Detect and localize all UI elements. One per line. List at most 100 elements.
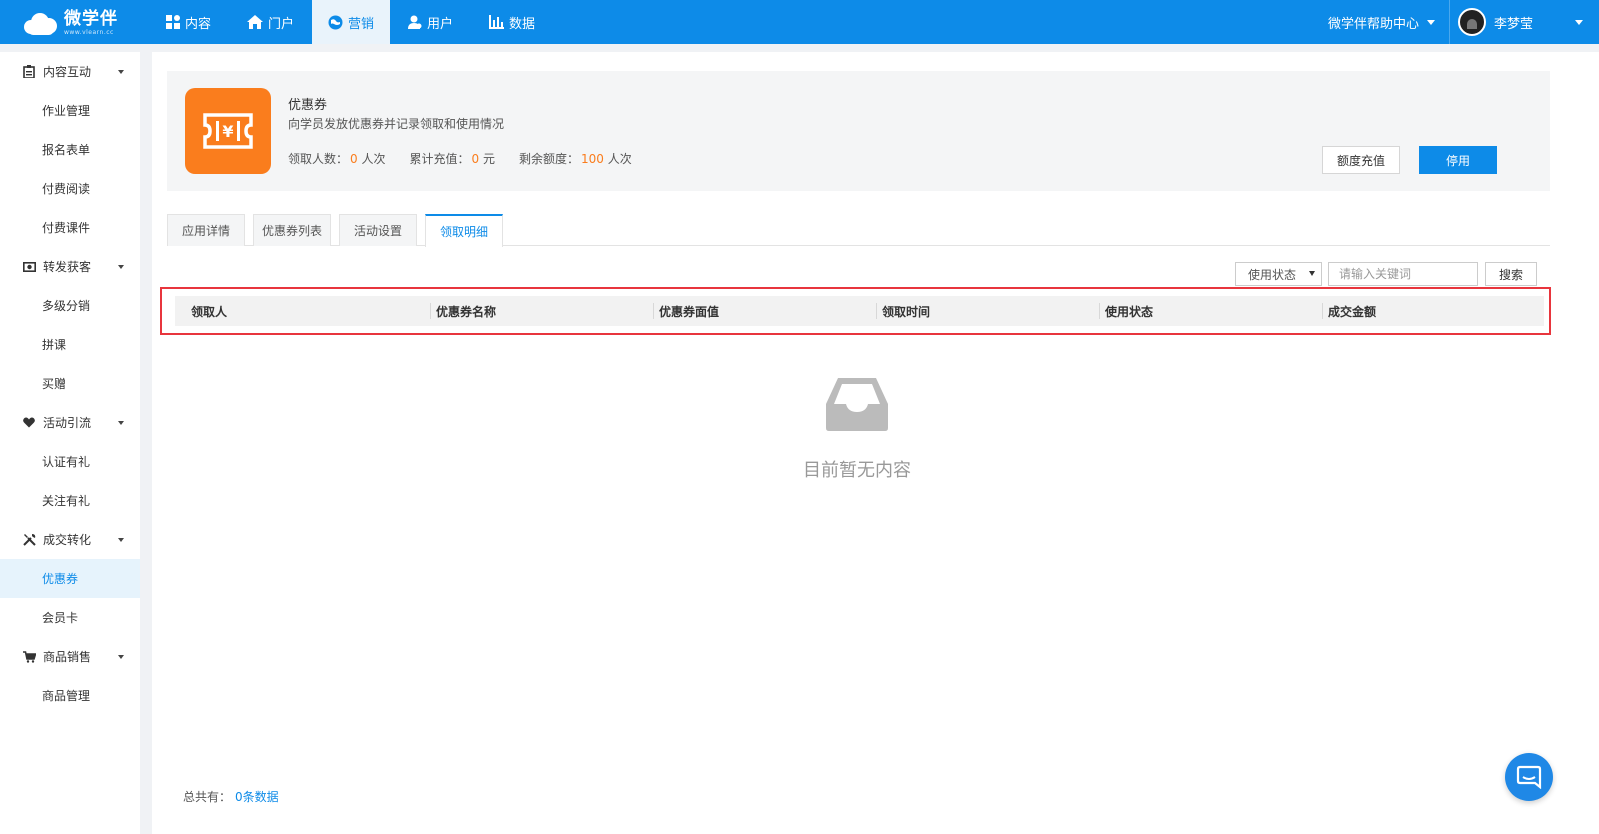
- sidebar-group-activity-traffic[interactable]: 活动引流: [0, 403, 140, 442]
- nav-content[interactable]: 内容: [148, 0, 229, 44]
- nav-marketing-label: 营销: [348, 16, 375, 32]
- sidebar-group-content-interaction[interactable]: 内容互动: [0, 52, 140, 91]
- sidebar-item-group-course[interactable]: 拼课: [0, 325, 140, 364]
- stat-unit: 人次: [361, 152, 386, 166]
- stat-label: 领取人数：: [288, 152, 349, 166]
- user-icon: [408, 15, 422, 29]
- chevron-down-icon: [118, 70, 124, 74]
- tab-coupon-list[interactable]: 优惠券列表: [253, 214, 331, 246]
- nav-content-label: 内容: [185, 16, 212, 32]
- stat-value: 0: [471, 152, 480, 166]
- disable-button[interactable]: 停用: [1419, 146, 1497, 174]
- main-panel: ¥ 优惠券 向学员发放优惠券并记录领取和使用情况 领取人数： 0 人次 累计充值：…: [152, 52, 1599, 834]
- empty-state: [792, 376, 922, 435]
- nav-data[interactable]: 数据: [471, 0, 553, 44]
- chevron-down-icon: [1575, 19, 1583, 25]
- user-name: 李梦莹: [1494, 16, 1534, 32]
- stat-remaining-quota: 剩余额度： 100 人次: [519, 150, 632, 167]
- stat-total-recharge: 累计充值： 0 元: [410, 150, 496, 167]
- sidebar-item-coupon[interactable]: 优惠券: [0, 559, 140, 598]
- usage-status-select[interactable]: 使用状态: [1235, 262, 1322, 286]
- stat-label: 累计充值：: [409, 152, 470, 166]
- sidebar-item-product-management[interactable]: 商品管理: [0, 676, 140, 715]
- share-camera-icon: [22, 261, 36, 272]
- column-header-coupon-value[interactable]: 优惠券面值: [653, 296, 876, 326]
- stat-label: 剩余额度：: [519, 152, 580, 166]
- total-count-value: 0条数据: [235, 790, 279, 804]
- tab-activity-settings[interactable]: 活动设置: [339, 214, 417, 246]
- nav-portal-label: 门户: [268, 16, 295, 32]
- chevron-down-icon: [118, 421, 124, 425]
- sidebar-item-paid-reading[interactable]: 付费阅读: [0, 169, 140, 208]
- avatar: [1458, 8, 1486, 36]
- brand-name: 微学伴: [64, 8, 118, 29]
- keyword-search-input[interactable]: [1328, 262, 1478, 286]
- coupon-ticket-icon: ¥: [185, 88, 271, 174]
- top-bar: 微学伴 www.vlearn.cc 内容 门户 营销 用户 数据 微学伴帮助中心: [0, 0, 1599, 44]
- empty-inbox-icon: [826, 378, 888, 431]
- table-header: 领取人 优惠券名称 优惠券面值 领取时间 使用状态 成交金额: [175, 296, 1544, 326]
- tab-bar: 应用详情 优惠券列表 活动设置 领取明细: [167, 214, 1550, 247]
- sidebar-group-conversion[interactable]: 成交转化: [0, 520, 140, 559]
- bar-chart-icon: [489, 15, 505, 29]
- nav-portal[interactable]: 门户: [229, 0, 312, 44]
- app-stats: 领取人数： 0 人次 累计充值： 0 元 剩余额度： 100 人次: [288, 150, 656, 167]
- help-center-menu[interactable]: 微学伴帮助中心: [1328, 13, 1435, 32]
- stat-unit: 人次: [607, 152, 632, 166]
- column-header-claim-time[interactable]: 领取时间: [876, 296, 1099, 326]
- nav-data-label: 数据: [509, 16, 536, 32]
- sidebar-item-homework[interactable]: 作业管理: [0, 91, 140, 130]
- column-header-usage-status[interactable]: 使用状态: [1099, 296, 1322, 326]
- total-count-label: 总共有：: [183, 790, 232, 804]
- brand-url: www.vlearn.cc: [64, 28, 114, 36]
- help-center-label: 微学伴帮助中心: [1327, 16, 1419, 32]
- home-icon: [247, 15, 264, 29]
- stat-value: 0: [350, 152, 358, 166]
- tools-icon: [22, 533, 36, 546]
- cart-icon: [22, 650, 36, 663]
- sidebar-item-follow-gift[interactable]: 关注有礼: [0, 481, 140, 520]
- chat-support-button[interactable]: [1505, 753, 1553, 801]
- tab-claim-details[interactable]: 领取明细: [425, 214, 503, 247]
- chat-bubble-icon: [1516, 765, 1542, 789]
- sidebar-group-label: 内容互动: [43, 65, 92, 79]
- sidebar-item-verify-gift[interactable]: 认证有礼: [0, 442, 140, 481]
- heart-icon: [22, 417, 36, 428]
- column-header-claimant[interactable]: 领取人: [175, 296, 430, 326]
- cloud-logo-icon: [24, 11, 58, 35]
- sidebar-group-label: 转发获客: [43, 260, 92, 274]
- recharge-quota-button[interactable]: 额度充值: [1322, 146, 1400, 174]
- user-menu[interactable]: 李梦莹: [1449, 0, 1599, 44]
- brand-logo[interactable]: 微学伴 www.vlearn.cc: [24, 9, 118, 37]
- chevron-down-icon: [1427, 19, 1435, 25]
- tab-app-details[interactable]: 应用详情: [167, 214, 245, 246]
- chevron-down-icon: [118, 538, 124, 542]
- sidebar-group-label: 商品销售: [43, 650, 92, 664]
- content-grid-icon: [166, 15, 180, 29]
- sidebar-item-signup-form[interactable]: 报名表单: [0, 130, 140, 169]
- sidebar-group-product-sales[interactable]: 商品销售: [0, 637, 140, 676]
- sidebar: 内容互动 作业管理 报名表单 付费阅读 付费课件 转发获客 多级分销 拼课 买赠…: [0, 52, 140, 834]
- column-header-deal-amount[interactable]: 成交金额: [1322, 296, 1544, 326]
- dropdown-arrow-icon: [1309, 271, 1315, 276]
- app-title: 优惠券: [288, 98, 328, 113]
- search-button[interactable]: 搜索: [1485, 262, 1537, 286]
- nav-marketing[interactable]: 营销: [312, 0, 391, 44]
- sidebar-item-membership-card[interactable]: 会员卡: [0, 598, 140, 637]
- sidebar-group-share-acquire[interactable]: 转发获客: [0, 247, 140, 286]
- app-description: 向学员发放优惠券并记录领取和使用情况: [288, 117, 505, 131]
- sidebar-group-label: 活动引流: [43, 416, 92, 430]
- sidebar-item-buy-gift[interactable]: 买赠: [0, 364, 140, 403]
- sidebar-item-multilevel-distribution[interactable]: 多级分销: [0, 286, 140, 325]
- svg-text:¥: ¥: [222, 122, 233, 141]
- chevron-down-icon: [118, 655, 124, 659]
- sidebar-item-paid-courseware[interactable]: 付费课件: [0, 208, 140, 247]
- nav-user-label: 用户: [427, 16, 454, 32]
- column-header-coupon-name[interactable]: 优惠券名称: [430, 296, 653, 326]
- total-count: 总共有： 0条数据: [183, 788, 279, 805]
- stat-unit: 元: [482, 152, 495, 166]
- empty-state-text: 目前暂无内容: [803, 460, 911, 481]
- top-nav: 内容 门户 营销 用户 数据: [148, 0, 553, 44]
- nav-user[interactable]: 用户: [390, 0, 471, 44]
- marketing-globe-icon: [328, 15, 343, 29]
